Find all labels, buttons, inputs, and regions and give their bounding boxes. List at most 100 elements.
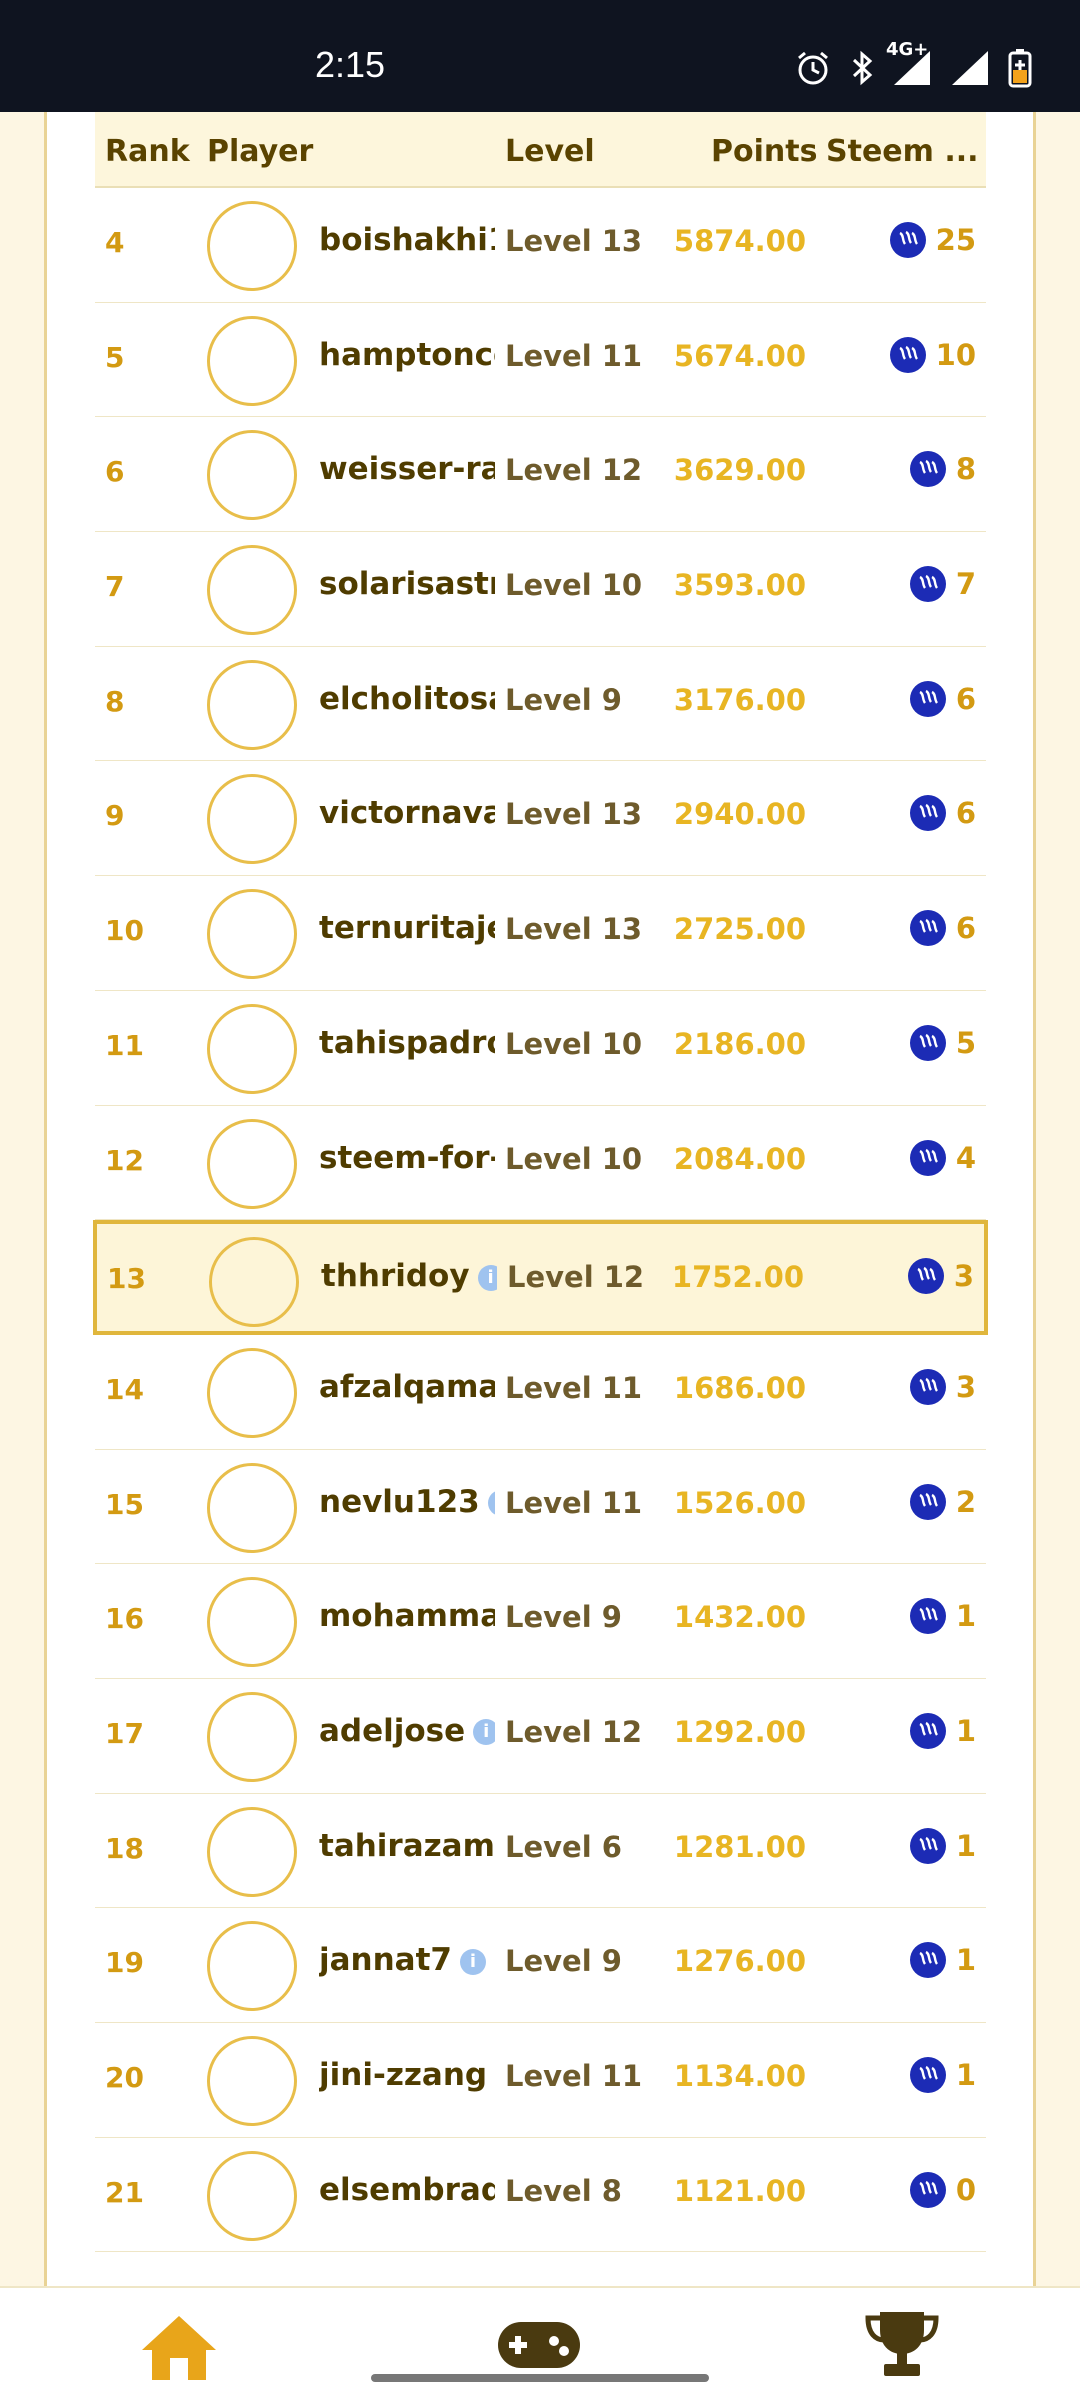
home-icon[interactable] <box>140 2312 218 2386</box>
steem-reward: 1 <box>909 2057 976 2093</box>
gesture-bar[interactable] <box>371 2374 709 2382</box>
avatar[interactable] <box>207 430 297 521</box>
avatar[interactable] <box>207 1118 297 1209</box>
info-icon[interactable]: i <box>487 1490 495 1517</box>
avatar[interactable] <box>209 1237 299 1328</box>
player-points: 1432.00 <box>673 1600 806 1635</box>
leaderboard-row[interactable]: 5 hamptoncorner Level 11 5674.00 10 <box>95 302 986 418</box>
player-points: 1281.00 <box>673 1829 806 1864</box>
player-name[interactable]: jannat7 i <box>319 1942 495 1978</box>
steem-amount: 3 <box>953 1259 974 1294</box>
player-name[interactable]: nevlu123 i <box>319 1484 495 1520</box>
player-level: Level 10 <box>505 568 643 603</box>
avatar[interactable] <box>207 1347 297 1438</box>
player-name[interactable]: adeljose i <box>319 1713 495 1749</box>
row-rank: 4 <box>105 226 125 259</box>
trophy-icon[interactable] <box>864 2308 940 2384</box>
player-level: Level 11 <box>505 2059 643 2093</box>
avatar[interactable] <box>207 315 297 406</box>
player-name[interactable]: tahirazaman <box>319 1828 495 1864</box>
leaderboard-row[interactable]: 20 jini-zzangi Level 11 1134.00 1 <box>95 2023 986 2138</box>
player-name[interactable]: hamptoncorner <box>319 337 495 373</box>
avatar[interactable] <box>207 1003 297 1094</box>
battery-icon <box>1008 48 1032 88</box>
row-rank: 13 <box>107 1262 146 1296</box>
avatar[interactable] <box>207 659 297 750</box>
player-points: 5874.00 <box>673 224 806 258</box>
player-name[interactable]: elcholitosanto <box>319 681 495 717</box>
leaderboard-row[interactable]: 17 adeljose i Level 12 1292.00 1 <box>95 1678 986 1794</box>
avatar[interactable] <box>207 1921 297 2012</box>
player-name[interactable]: jini-zzangi <box>319 2057 495 2093</box>
leaderboard-row[interactable]: 18 tahirazaman Level 6 1281.00 1 <box>95 1793 986 1909</box>
player-level: Level 10 <box>505 1026 643 1061</box>
steem-amount: 4 <box>955 1140 976 1175</box>
row-rank: 12 <box>105 1143 144 1177</box>
player-points: 1276.00 <box>673 1944 806 1979</box>
leaderboard-row[interactable]: 6 weisser-rabe Level 12 3629.00 8 <box>95 417 986 533</box>
leaderboard-row[interactable]: 10 ternuritajedy Level 13 2725.00 6 <box>95 876 986 991</box>
steem-amount: 3 <box>955 1369 976 1404</box>
player-points: 2940.00 <box>673 797 806 832</box>
steem-icon <box>909 1598 946 1635</box>
player-points: 1121.00 <box>673 2173 806 2208</box>
leaderboard-row[interactable]: 4 boishakhi123 Level 13 5874.00 25 <box>95 188 986 303</box>
signal-4g-icon: 4G+ <box>886 39 932 87</box>
avatar[interactable] <box>207 545 297 636</box>
leaderboard-header: Rank Player Level Points Steem ... <box>95 112 986 188</box>
player-name[interactable]: tahispadron <box>319 1025 495 1061</box>
player-name[interactable]: victornavarro <box>319 795 495 831</box>
player-name[interactable]: solarisastro <box>319 566 495 602</box>
avatar[interactable] <box>207 2036 297 2126</box>
steem-icon <box>909 1139 946 1176</box>
leaderboard-row[interactable]: 9 victornavarro Level 13 2940.00 6 <box>95 761 986 877</box>
leaderboard-row-current-user[interactable]: 13 thhridoy i Level 12 1752.00 3 <box>93 1220 988 1335</box>
status-time: 2:15 <box>315 44 386 85</box>
info-icon[interactable]: i <box>460 1948 486 1975</box>
player-name[interactable]: mohammadfaisal <box>319 1598 495 1634</box>
steem-reward: 1 <box>909 1712 976 1749</box>
player-points: 1134.00 <box>673 2059 806 2093</box>
leaderboard-row[interactable]: 7 solarisastro Level 10 3593.00 7 <box>95 532 986 647</box>
leaderboard-row[interactable]: 8 elcholitosanto Level 9 3176.00 6 <box>95 646 986 762</box>
leaderboard-row[interactable]: 14 afzalqamar Level 11 1686.00 3 <box>95 1334 986 1450</box>
player-name[interactable]: weisser-rabe <box>319 451 495 487</box>
steem-icon <box>889 222 926 258</box>
player-points: 1686.00 <box>673 1370 806 1405</box>
steem-reward: 3 <box>907 1258 974 1295</box>
avatar[interactable] <box>207 1462 297 1553</box>
avatar[interactable] <box>207 201 297 291</box>
gamepad-icon[interactable] <box>496 2320 582 2374</box>
steem-icon <box>889 336 926 373</box>
player-level: Level 12 <box>505 1714 643 1749</box>
player-name[interactable]: afzalqamar <box>319 1369 495 1405</box>
steem-icon <box>909 1827 946 1864</box>
row-rank: 7 <box>105 570 125 604</box>
info-icon[interactable]: i <box>477 1264 497 1291</box>
leaderboard-rows: 4 boishakhi123 Level 13 5874.00 25 5 ham… <box>93 188 988 2253</box>
leaderboard-row[interactable]: 11 tahispadron Level 10 2186.00 5 <box>95 990 986 1106</box>
leaderboard-row[interactable]: 16 mohammadfaisal Level 9 1432.00 1 <box>95 1564 986 1679</box>
player-name[interactable]: ternuritajedy <box>319 910 495 946</box>
player-name[interactable]: thhridoy i <box>321 1258 497 1294</box>
leaderboard-row[interactable]: 21 elsembrador Level 8 1121.00 0 <box>95 2137 986 2253</box>
player-level: Level 11 <box>505 1485 643 1520</box>
player-name-text: elsembrador <box>319 2171 495 2208</box>
avatar[interactable] <box>207 774 297 865</box>
leaderboard-row[interactable]: 15 nevlu123 i Level 11 1526.00 2 <box>95 1449 986 1565</box>
avatar[interactable] <box>207 889 297 980</box>
info-icon[interactable]: i <box>473 1719 495 1746</box>
player-name-text: thhridoy <box>321 1258 470 1295</box>
leaderboard-row[interactable]: 19 jannat7 i Level 9 1276.00 1 <box>95 1908 986 2023</box>
leaderboard-row[interactable]: 12 steem-for-you Level 10 2084.00 4 <box>95 1105 986 1221</box>
avatar[interactable] <box>207 1806 297 1897</box>
header-steem: Steem ... <box>826 134 979 169</box>
avatar[interactable] <box>207 1691 297 1782</box>
player-level: Level 11 <box>505 1370 643 1405</box>
player-name[interactable]: steem-for-you <box>319 1140 495 1176</box>
player-name-text: ternuritajedy <box>319 910 495 947</box>
player-name[interactable]: boishakhi123 <box>319 222 495 258</box>
player-name[interactable]: elsembrador <box>319 2172 495 2208</box>
avatar[interactable] <box>207 2150 297 2241</box>
avatar[interactable] <box>207 1577 297 1668</box>
